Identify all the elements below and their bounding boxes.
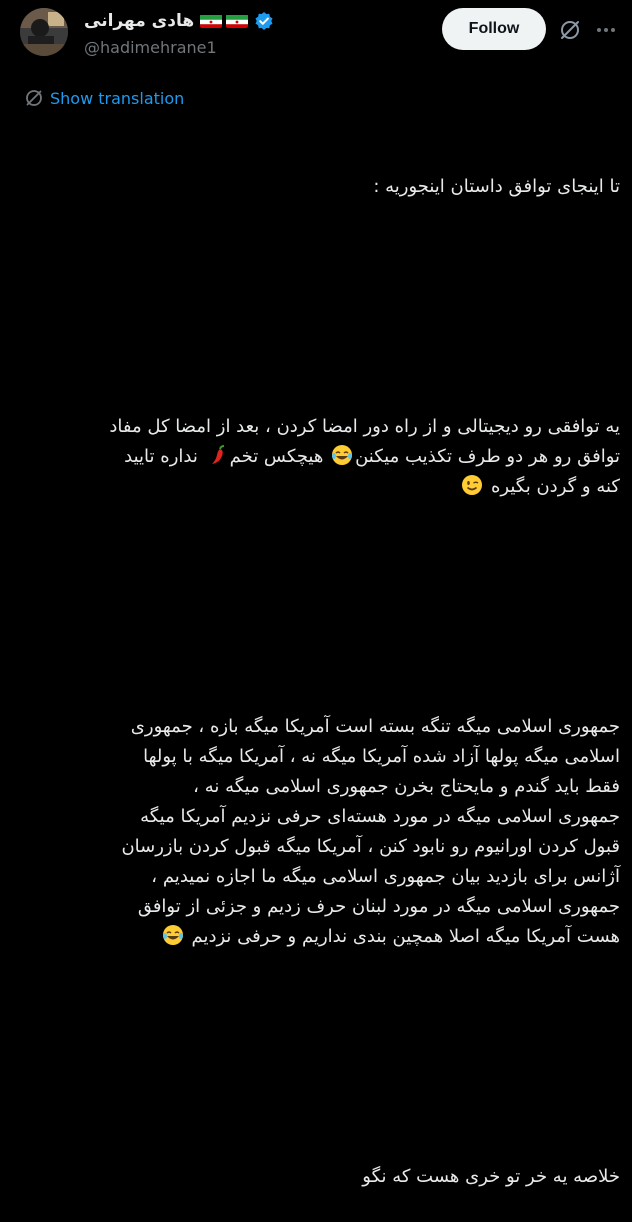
post-line: جمهوری اسلامی میگه در مورد لبنان حرف زدی… xyxy=(137,896,620,917)
post-line: خلاصه یه خر تو خری هست که نگو xyxy=(362,1166,620,1187)
post-line: قبول کردن اورانیوم رو نابود کنن ، آمریکا… xyxy=(121,836,620,857)
post-line: یه توافقی رو دیجیتالی و از راه دور امضا … xyxy=(109,416,620,437)
post-line: جمهوری اسلامی میگه تنگه بسته است آمریکا … xyxy=(130,716,620,737)
author-handle[interactable]: @hadimehrane1 xyxy=(84,38,274,57)
avatar-photo xyxy=(20,8,68,56)
tears-of-joy-emoji-icon xyxy=(331,444,353,466)
post-line: تا اینجای توافق داستان اینجوریه : xyxy=(373,176,620,197)
post-line: کنه و گردن بگیره xyxy=(491,476,620,497)
show-translation-link[interactable]: Show translation xyxy=(24,88,184,108)
winking-face-emoji-icon xyxy=(461,474,483,496)
post-line: نداره تایید xyxy=(124,446,204,467)
avatar[interactable] xyxy=(20,8,68,56)
post-line: فقط باید گندم و مایحتاج بخرن جمهوری اسلا… xyxy=(193,776,620,797)
author-names: هادی مهرانی @hadimehrane1 xyxy=(84,10,274,57)
verified-badge-icon[interactable] xyxy=(254,11,274,31)
post-line: جمهوری اسلامی میگه در مورد هسته‌ای حرفی … xyxy=(140,806,620,827)
post-header: هادی مهرانی @hadimehrane1 Follow xyxy=(20,8,624,58)
chili-pepper-emoji-icon xyxy=(206,444,228,466)
follow-button[interactable]: Follow xyxy=(442,8,546,50)
iran-flag-icon xyxy=(226,14,249,28)
display-name-row: هادی مهرانی xyxy=(84,10,274,32)
display-name[interactable]: هادی مهرانی xyxy=(84,11,194,31)
iran-flag-icon xyxy=(200,14,223,28)
translate-globe-icon xyxy=(24,88,44,108)
post-paragraph-1: تا اینجای توافق داستان اینجوریه : xyxy=(18,172,620,202)
show-translation-label[interactable]: Show translation xyxy=(50,89,184,108)
post-line: آژانس برای بازدید بیان جمهوری اسلامی میگ… xyxy=(151,866,620,887)
grok-icon[interactable] xyxy=(558,18,582,42)
post-paragraph-4: خلاصه یه خر تو خری هست که نگو xyxy=(18,1162,620,1192)
post-paragraph-2: یه توافقی رو دیجیتالی و از راه دور امضا … xyxy=(18,412,620,502)
post-paragraph-3: جمهوری اسلامی میگه تنگه بسته است آمریکا … xyxy=(18,712,620,952)
post-body: تا اینجای توافق داستان اینجوریه : یه توا… xyxy=(18,112,620,1222)
post-line: توافق رو هر دو طرف تکذیب میکنن xyxy=(355,446,620,467)
tears-of-joy-emoji-icon xyxy=(162,924,184,946)
more-horizontal-icon[interactable] xyxy=(594,18,618,42)
post-line: هست آمریکا میگه اصلا همچین بندی نداریم و… xyxy=(191,926,621,947)
post-line: اسلامی میگه پولها آزاد شده آمریکا میگه ن… xyxy=(143,746,620,767)
post-line: هیچکس تخم xyxy=(229,446,330,467)
